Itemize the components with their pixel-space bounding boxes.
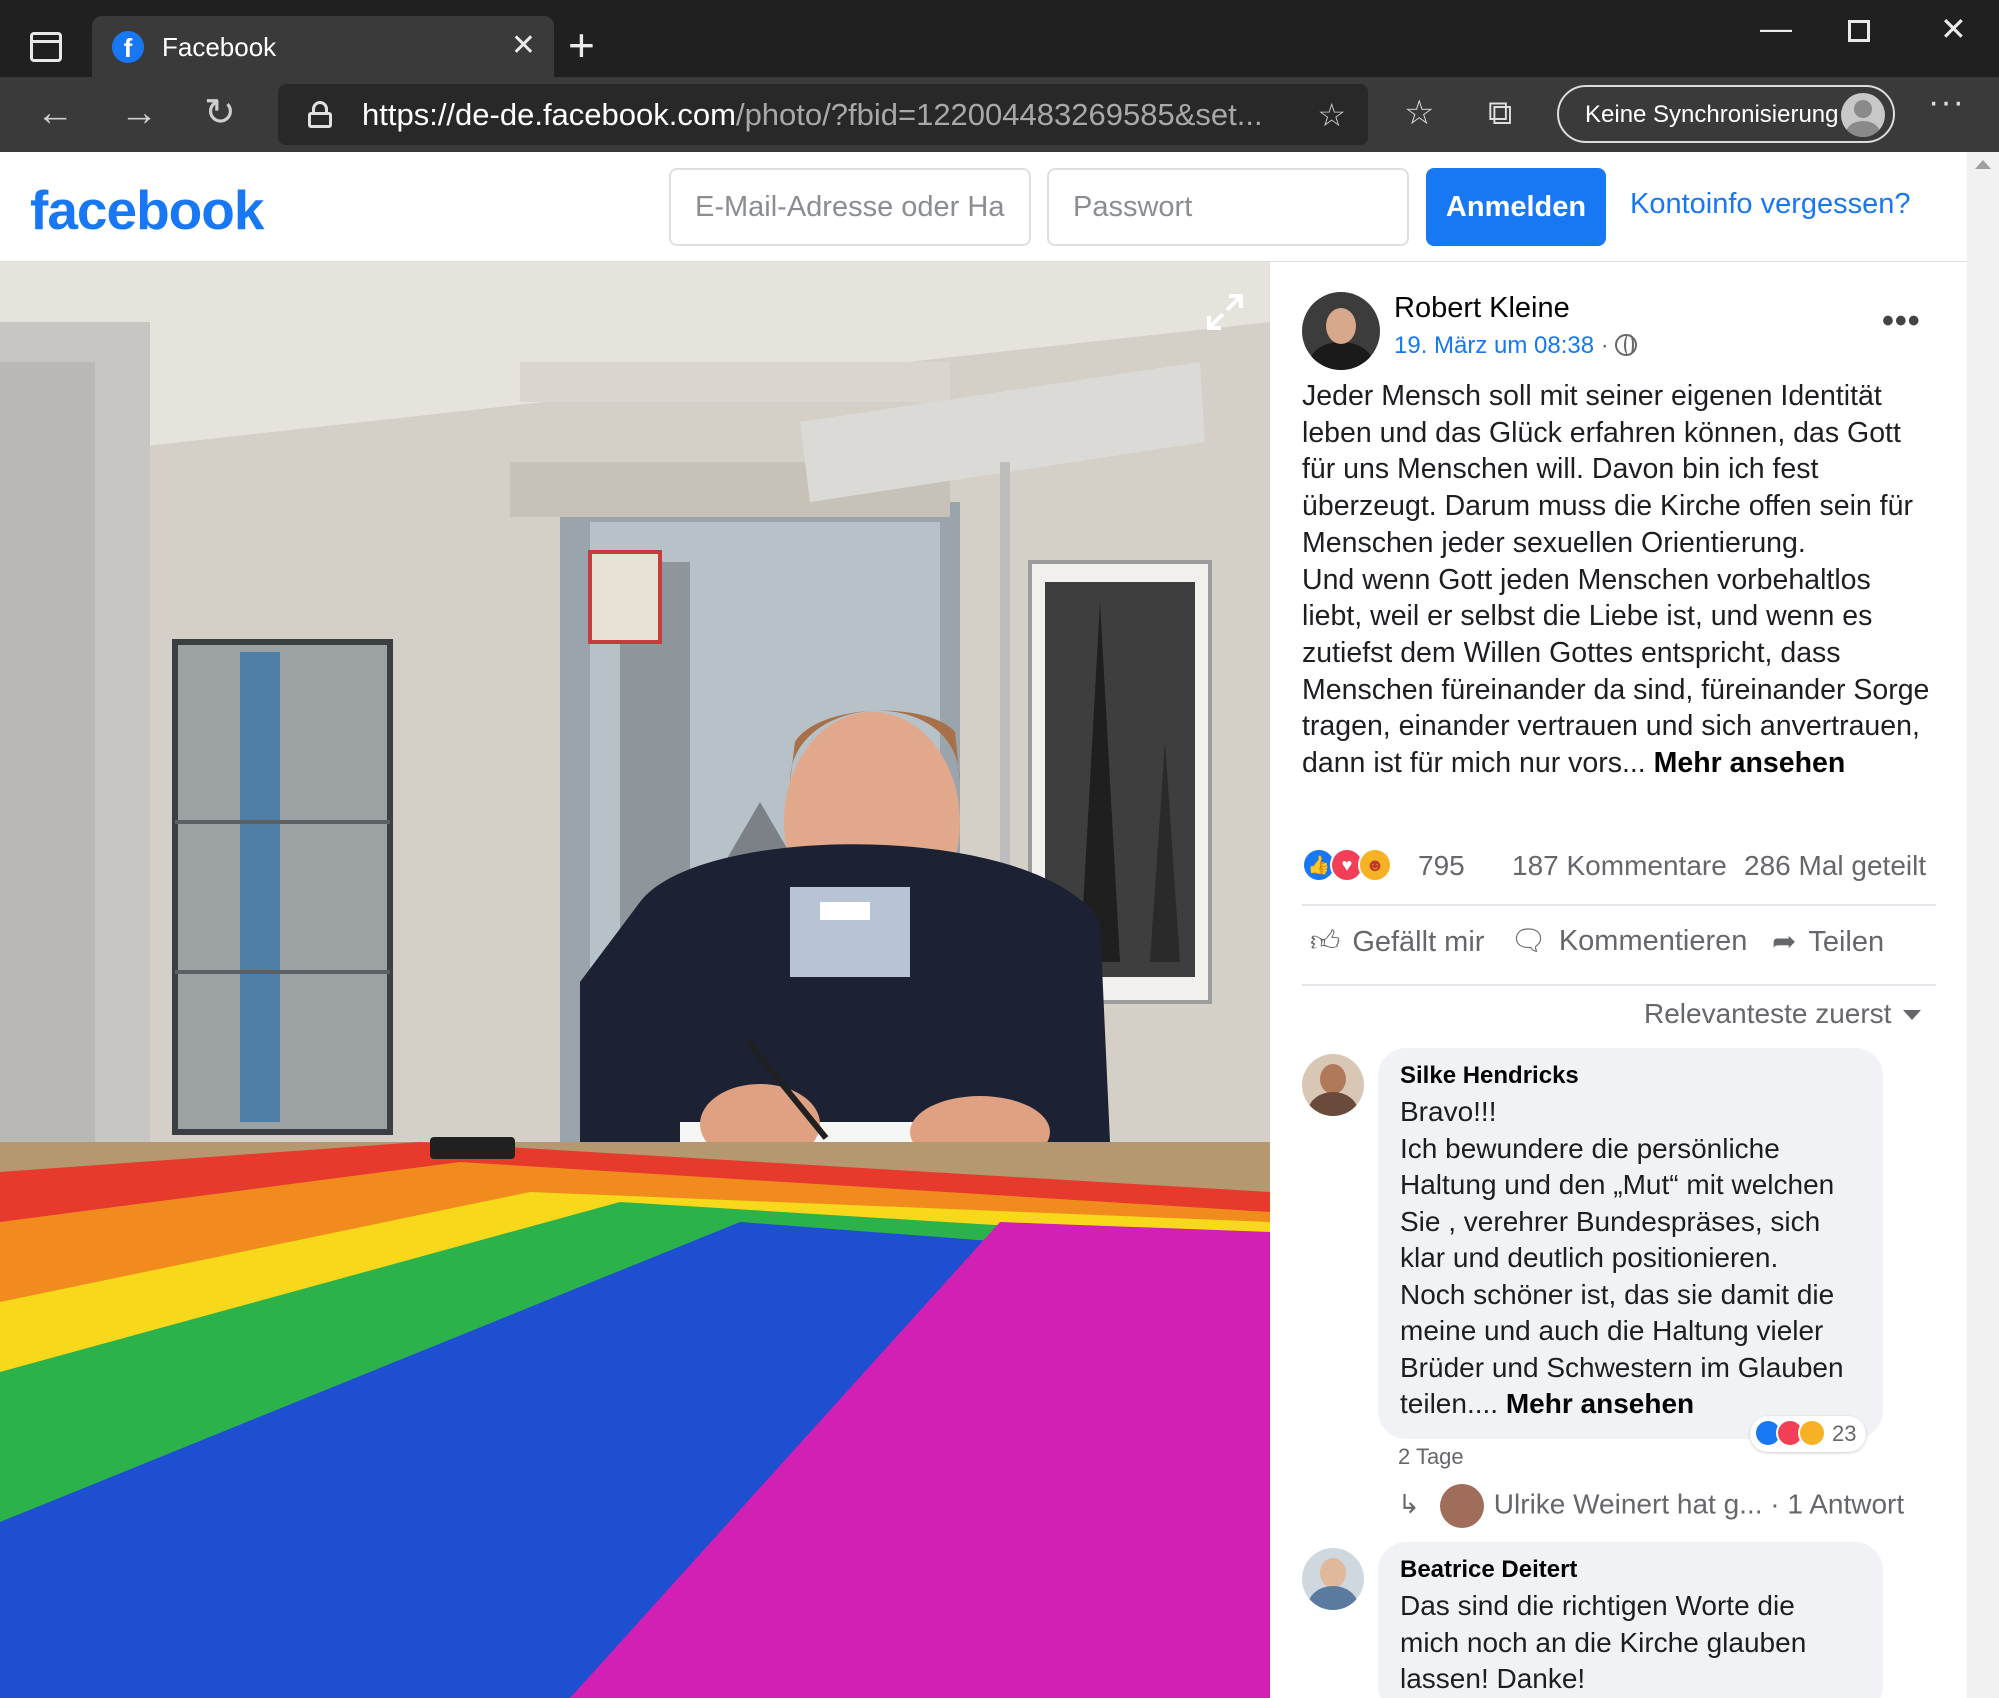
- browser-toolbar: ← → ↻ https://de-de.facebook.com/photo/?…: [0, 77, 1999, 152]
- sync-label: Keine Synchronisierung: [1585, 101, 1839, 128]
- divider: [1302, 904, 1936, 906]
- facebook-favicon-icon: f: [112, 31, 144, 63]
- tab-title: Facebook: [162, 32, 277, 62]
- replies-link[interactable]: ↳ Ulrike Weinert hat g... · 1 Antwort: [1398, 1484, 1904, 1528]
- post-sidebar: Robert Kleine 19. März um 08:38 · ••• Je…: [1270, 262, 1967, 1698]
- reaction-count[interactable]: 795: [1418, 850, 1465, 882]
- reply-arrow-icon: ↳: [1398, 1489, 1420, 1520]
- forward-icon[interactable]: →: [120, 91, 158, 135]
- commenter-name[interactable]: Beatrice Deitert: [1400, 1556, 1861, 1584]
- share-arrow-icon: ➦: [1772, 926, 1797, 958]
- see-more-link[interactable]: Mehr ansehen: [1506, 1388, 1694, 1419]
- replier-avatar: [1439, 1484, 1484, 1528]
- maximize-icon[interactable]: [1848, 20, 1870, 42]
- reload-icon[interactable]: ↻: [204, 91, 236, 135]
- minimize-icon[interactable]: —: [1760, 10, 1792, 47]
- address-bar[interactable]: https://de-de.facebook.com/photo/?fbid=1…: [278, 84, 1368, 145]
- speech-bubble-icon: 🗨: [1510, 925, 1547, 957]
- lock-icon[interactable]: [308, 101, 332, 128]
- browser-tab[interactable]: f Facebook ✕: [92, 16, 554, 77]
- care-reaction-icon: [1798, 1419, 1826, 1447]
- tab-close-icon[interactable]: ✕: [511, 28, 536, 64]
- facebook-logo[interactable]: facebook: [30, 178, 264, 242]
- comment-time[interactable]: 2 Tage: [1398, 1444, 1464, 1470]
- thumbs-up-icon: 👍︎: [1310, 926, 1341, 958]
- password-field[interactable]: [1047, 168, 1409, 246]
- see-more-link[interactable]: Mehr ansehen: [1654, 747, 1846, 779]
- email-field[interactable]: [669, 168, 1031, 246]
- commenter-name[interactable]: Silke Hendricks: [1400, 1062, 1861, 1090]
- sync-profile-button[interactable]: Keine Synchronisierung: [1557, 85, 1895, 143]
- care-reaction-icon: ☻: [1358, 848, 1392, 882]
- url-text[interactable]: https://de-de.facebook.com/photo/?fbid=1…: [362, 97, 1263, 133]
- photo-illustration: [0, 262, 1270, 1698]
- share-button[interactable]: ➦ Teilen: [1772, 924, 1884, 959]
- add-favorite-icon[interactable]: ☆: [1317, 96, 1346, 134]
- author-name[interactable]: Robert Kleine: [1394, 292, 1570, 325]
- post-text: Jeder Mensch soll mit seiner eigenen Ide…: [1302, 380, 1930, 780]
- comment-bubble: Silke Hendricks Bravo!!! Ich bewundere d…: [1378, 1048, 1883, 1439]
- commenter-avatar[interactable]: [1302, 1548, 1364, 1610]
- scroll-up-arrow-icon[interactable]: [1975, 160, 1991, 169]
- post-photo[interactable]: [0, 262, 1270, 1698]
- comment-button[interactable]: 🗨 Kommentieren: [1510, 924, 1747, 958]
- post-options-icon[interactable]: •••: [1882, 302, 1921, 341]
- comment-text: Bravo!!! Ich bewundere die persönliche H…: [1400, 1096, 1844, 1419]
- author-avatar[interactable]: [1302, 292, 1380, 370]
- share-count[interactable]: 286 Mal geteilt: [1744, 850, 1926, 882]
- comment-bubble: Beatrice Deitert Das sind die richtigen …: [1378, 1542, 1883, 1698]
- divider: [1302, 984, 1936, 986]
- comment-reactions[interactable]: 23: [1750, 1416, 1867, 1452]
- globe-icon: [1615, 334, 1638, 356]
- login-button[interactable]: Anmelden: [1426, 168, 1606, 246]
- profile-avatar: [1841, 93, 1885, 137]
- back-icon[interactable]: ←: [36, 91, 74, 135]
- collections-icon[interactable]: ⧉: [1488, 93, 1512, 133]
- favorites-icon[interactable]: ☆: [1404, 93, 1434, 133]
- post-timestamp[interactable]: 19. März um 08:38 ·: [1394, 332, 1638, 360]
- expand-icon[interactable]: [1205, 292, 1245, 332]
- caret-down-icon: [1903, 1010, 1922, 1020]
- commenter-avatar[interactable]: [1302, 1054, 1364, 1116]
- facebook-header: facebook Anmelden Kontoinfo vergessen?: [0, 152, 1967, 262]
- forgot-account-link[interactable]: Kontoinfo vergessen?: [1630, 188, 1911, 221]
- browser-menu-icon[interactable]: ···: [1928, 83, 1965, 122]
- comment-reaction-count: 23: [1832, 1420, 1857, 1446]
- comment-text: Das sind die richtigen Worte die mich no…: [1400, 1590, 1807, 1694]
- tab-actions-icon[interactable]: [30, 32, 62, 62]
- like-button[interactable]: 👍︎ Gefällt mir: [1310, 924, 1484, 959]
- comment-sort-dropdown[interactable]: Relevanteste zuerst: [1644, 998, 1922, 1030]
- new-tab-icon[interactable]: +: [568, 20, 595, 70]
- browser-tab-bar: f Facebook ✕ + — ✕: [0, 0, 1999, 77]
- page-scrollbar[interactable]: [1967, 152, 1999, 1698]
- comment-count[interactable]: 187 Kommentare: [1512, 850, 1727, 882]
- close-window-icon[interactable]: ✕: [1940, 10, 1967, 48]
